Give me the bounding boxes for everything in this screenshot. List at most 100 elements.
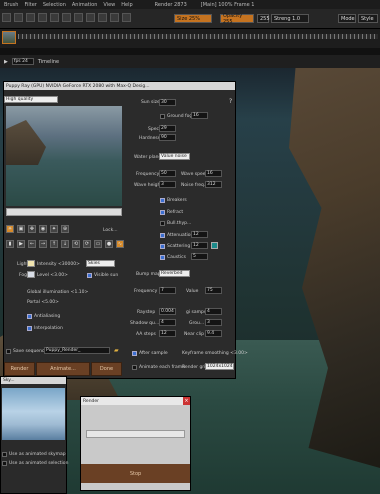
frequency-field[interactable]: 50 bbox=[159, 170, 176, 177]
menu-brush[interactable]: Brush bbox=[4, 2, 18, 8]
menu-view[interactable]: View bbox=[103, 2, 115, 8]
sky-select[interactable]: Skies bbox=[86, 260, 115, 267]
rotate-icon[interactable]: ⟲ bbox=[72, 240, 80, 248]
preview-slider[interactable] bbox=[6, 208, 122, 216]
style-select[interactable]: Style bbox=[358, 14, 378, 23]
frame-icon[interactable]: ▭ bbox=[94, 240, 102, 248]
arrow-down-icon[interactable]: ↓ bbox=[61, 240, 69, 248]
attenuation-field[interactable]: 12 bbox=[191, 231, 208, 238]
menu-filter[interactable]: Filter bbox=[24, 2, 36, 8]
menu-selection[interactable]: Selection bbox=[43, 2, 66, 8]
bump-value-field[interactable]: 75 bbox=[205, 287, 222, 294]
redo-icon[interactable]: ⟳ bbox=[83, 240, 91, 248]
timeline-label[interactable]: Timeline bbox=[38, 59, 59, 65]
select-icon[interactable]: ▣ bbox=[17, 225, 25, 233]
render-grid-select[interactable]: 1024x1024 bbox=[205, 363, 234, 370]
pause-icon[interactable]: ▮ bbox=[6, 240, 14, 248]
caustics-checkbox[interactable] bbox=[160, 255, 165, 260]
tool-icon[interactable] bbox=[50, 13, 59, 22]
visible-sun-checkbox[interactable] bbox=[87, 273, 92, 278]
light-intensity[interactable]: Intensity <30000> bbox=[37, 262, 80, 267]
interpolation-checkbox[interactable] bbox=[27, 326, 32, 331]
arrow-right-icon[interactable]: → bbox=[39, 240, 47, 248]
camera-icon[interactable]: ◉ bbox=[39, 225, 47, 233]
attenuation-checkbox[interactable] bbox=[160, 233, 165, 238]
near-clip-field[interactable]: 9.4 bbox=[205, 330, 222, 337]
bump-map-select[interactable]: Reverbed bbox=[159, 270, 190, 277]
size-slider[interactable]: Size 25% bbox=[174, 14, 212, 23]
scattering-field[interactable]: 12 bbox=[191, 242, 208, 249]
shadow-q-field[interactable]: 4 bbox=[159, 319, 176, 326]
tool-icon[interactable] bbox=[26, 13, 35, 22]
record-icon[interactable]: ● bbox=[105, 240, 113, 248]
zoom-icon[interactable]: ⊕ bbox=[61, 225, 69, 233]
mode-select[interactable]: Mode bbox=[338, 14, 356, 23]
play-icon[interactable]: ▶ bbox=[4, 59, 8, 65]
animated-selection-checkbox[interactable] bbox=[2, 461, 7, 466]
menu-help[interactable]: Help bbox=[121, 2, 132, 8]
sun-icon[interactable]: ☀ bbox=[6, 225, 14, 233]
fog-level[interactable]: Level <3.00> bbox=[37, 273, 68, 278]
arrow-left-icon[interactable]: ← bbox=[28, 240, 36, 248]
move-icon[interactable]: ✥ bbox=[28, 225, 36, 233]
wave-icon[interactable]: ∿ bbox=[116, 240, 124, 248]
wave-speed-field[interactable]: 16 bbox=[205, 170, 222, 177]
frame-thumbnail[interactable] bbox=[2, 31, 16, 44]
breakers-checkbox[interactable] bbox=[160, 198, 165, 203]
bump-frequency-field[interactable]: 7 bbox=[159, 287, 176, 294]
arrow-up-icon[interactable]: ↑ bbox=[50, 240, 58, 248]
tool-icon[interactable] bbox=[86, 13, 95, 22]
fps-field[interactable]: fps 24 bbox=[11, 58, 34, 65]
tool-icon[interactable] bbox=[14, 13, 23, 22]
light-color-swatch[interactable] bbox=[27, 260, 35, 267]
frame-track[interactable] bbox=[18, 34, 378, 39]
tool-icon[interactable] bbox=[38, 13, 47, 22]
close-icon[interactable]: × bbox=[183, 397, 190, 405]
lock-label[interactable]: Lock... bbox=[103, 228, 118, 233]
antialiasing-checkbox[interactable] bbox=[27, 314, 32, 319]
tool-icon[interactable] bbox=[110, 13, 119, 22]
opacity-slider[interactable]: Opacity 255 bbox=[220, 13, 254, 25]
bull-checkbox[interactable] bbox=[160, 221, 165, 226]
play-icon[interactable]: ▶ bbox=[17, 240, 25, 248]
raystep-field[interactable]: 0.004 bbox=[159, 308, 176, 315]
aa-steps-field[interactable]: 12 bbox=[159, 330, 176, 337]
animate-each-checkbox[interactable] bbox=[132, 365, 137, 370]
hardness-field[interactable]: 90 bbox=[159, 134, 176, 141]
stop-button[interactable]: Stop bbox=[81, 464, 190, 483]
animated-skymap-checkbox[interactable] bbox=[2, 452, 7, 457]
scattering-checkbox[interactable] bbox=[160, 244, 165, 249]
ground-fog-field[interactable]: 16 bbox=[191, 112, 208, 119]
tool-icon[interactable] bbox=[98, 13, 107, 22]
menu-animation[interactable]: Animation bbox=[72, 2, 98, 8]
tool-icon[interactable] bbox=[2, 13, 11, 22]
save-sequence-checkbox[interactable] bbox=[6, 349, 11, 354]
light-icon[interactable]: ✦ bbox=[50, 225, 58, 233]
wave-height-field[interactable]: 3 bbox=[159, 181, 176, 188]
tool-icon[interactable] bbox=[74, 13, 83, 22]
gi-label[interactable]: Global illumination <1.10> bbox=[27, 290, 88, 295]
opacity-value[interactable]: 255 bbox=[257, 14, 270, 23]
done-button[interactable]: Done bbox=[91, 362, 122, 376]
animate-button[interactable]: Animate... bbox=[36, 362, 90, 376]
ground-fog-checkbox[interactable] bbox=[160, 114, 165, 119]
after-sample-checkbox[interactable] bbox=[132, 351, 137, 356]
refract-checkbox[interactable] bbox=[160, 210, 165, 215]
group-field[interactable]: 3 bbox=[205, 319, 222, 326]
keyframe-smoothing[interactable]: Keyframe smoothing <3.00> bbox=[182, 351, 248, 356]
help-icon[interactable]: ? bbox=[229, 98, 232, 105]
folder-icon[interactable]: ▰ bbox=[114, 347, 119, 354]
gi-samps-field[interactable]: 4 bbox=[205, 308, 222, 315]
noise-freq-field[interactable]: 312 bbox=[205, 181, 222, 188]
render-button[interactable]: Render bbox=[4, 362, 35, 376]
sun-size-field[interactable]: 30 bbox=[159, 99, 176, 106]
caustics-field[interactable]: 5 bbox=[191, 253, 208, 260]
spec-field[interactable]: 29 bbox=[159, 125, 176, 132]
fog-color-swatch[interactable] bbox=[27, 271, 35, 278]
strength-slider[interactable]: Streng 1.0 bbox=[271, 14, 309, 23]
tool-icon[interactable] bbox=[122, 13, 131, 22]
tool-icon[interactable] bbox=[62, 13, 71, 22]
water-color-swatch[interactable] bbox=[211, 242, 218, 249]
water-plane-select[interactable]: Value noise bbox=[159, 153, 190, 160]
sequence-name-field[interactable]: Puppy_Render_ bbox=[44, 347, 110, 354]
